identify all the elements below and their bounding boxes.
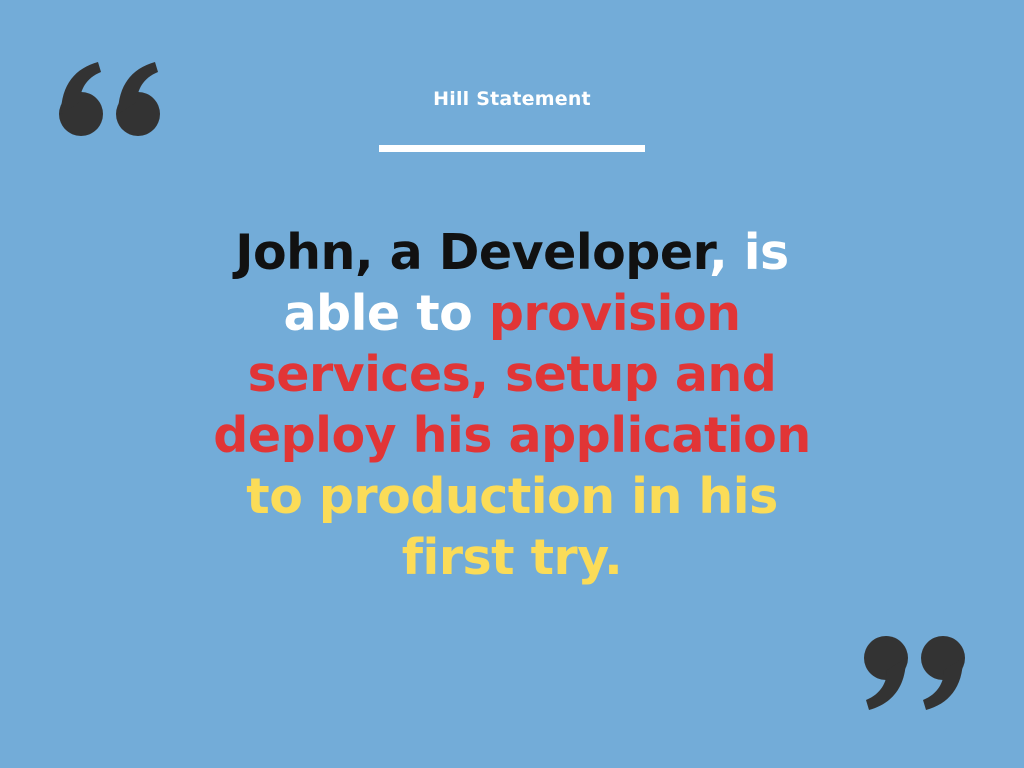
statement-line: deploy his application — [150, 405, 874, 466]
title-divider — [379, 145, 645, 152]
statement-segment: to production in his — [246, 468, 778, 525]
statement-segment: , is — [709, 224, 789, 281]
statement-segment: services, setup and — [247, 346, 777, 403]
statement-line: first try. — [150, 527, 874, 588]
close-quote-icon — [858, 626, 968, 716]
slide: { "header": { "title": "Hill Statement" … — [0, 0, 1024, 768]
statement-segment: first try. — [401, 529, 623, 586]
statement-segment: able to — [283, 285, 489, 342]
statement-segment: deploy his application — [213, 407, 811, 464]
statement-line: to production in his — [150, 466, 874, 527]
page-title: Hill Statement — [433, 88, 591, 110]
statement-line: able to provision — [150, 283, 874, 344]
statement-line: John, a Developer, is — [150, 222, 874, 283]
statement-line: services, setup and — [150, 344, 874, 405]
statement-segment: John, a Developer — [235, 224, 710, 281]
statement-segment: provision — [488, 285, 741, 342]
hill-statement: John, a Developer, is able to provision … — [150, 222, 874, 588]
